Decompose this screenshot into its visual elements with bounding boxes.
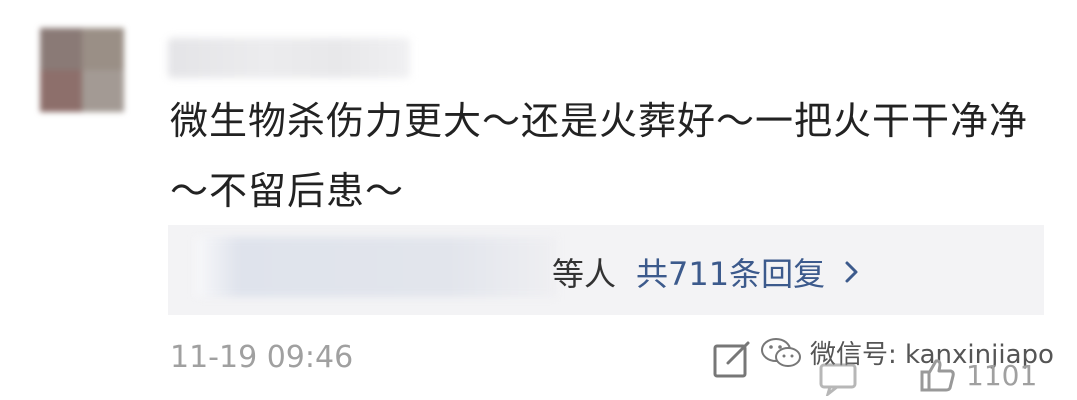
like-count: 1101 — [966, 358, 1038, 392]
thumbs-up-icon — [920, 359, 955, 392]
comment-body: 微生物杀伤力更大～还是火葬好～一把火干干净净～不留后患～ — [170, 99, 1029, 213]
reply-count-link[interactable]: 共711条回复 — [636, 249, 865, 295]
chevron-right-icon — [845, 261, 858, 283]
reply-users-blurred — [196, 237, 556, 297]
reply-count-label: 共711条回复 — [636, 255, 826, 293]
comment-item: 微生物杀伤力更大～还是火葬好～一把火干干净净～不留后患～ 等人 共711条回复 … — [0, 0, 1077, 400]
comment-timestamp: 11-19 09:46 — [170, 340, 354, 375]
avatar[interactable] — [40, 28, 124, 112]
comment-icon[interactable] — [818, 362, 858, 396]
edit-icon[interactable] — [712, 340, 752, 380]
wechat-icon — [761, 337, 801, 367]
username-blurred[interactable] — [168, 38, 410, 78]
reply-users-suffix: 等人 — [552, 255, 617, 293]
reply-summary[interactable]: 等人 共711条回复 — [168, 225, 1044, 315]
like-button[interactable]: 1101 — [920, 358, 1037, 392]
